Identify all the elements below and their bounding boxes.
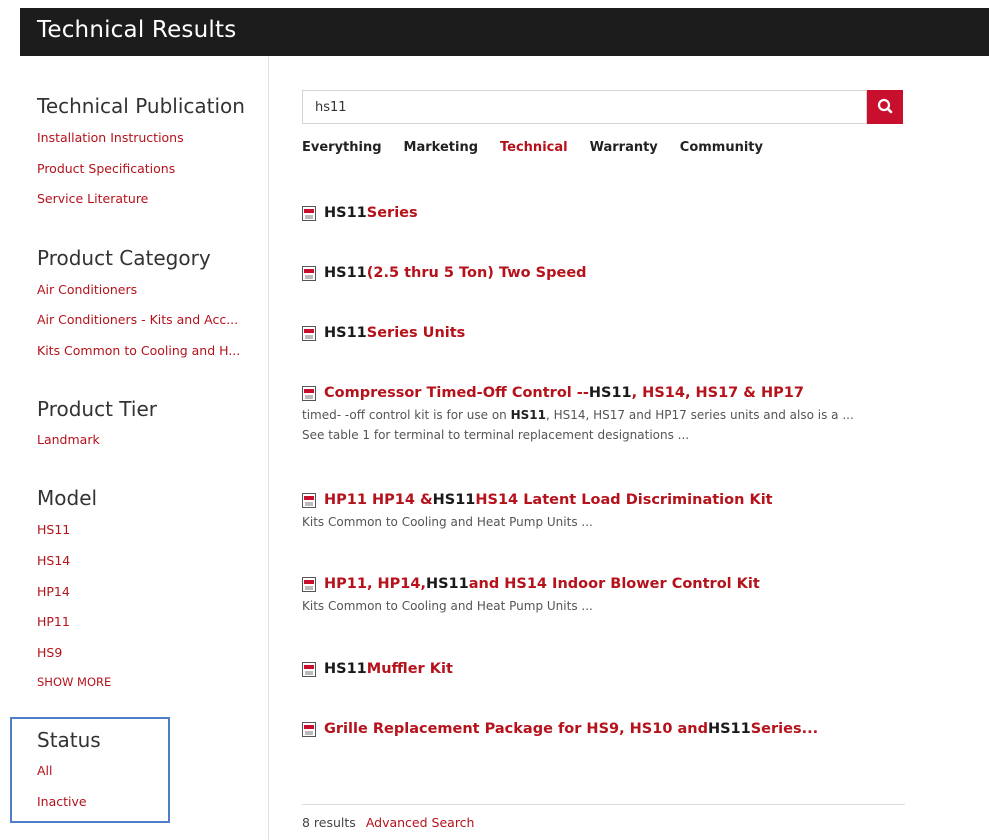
facet-link-air-conditioners-kits[interactable]: Air Conditioners - Kits and Acc... xyxy=(37,312,238,327)
search-input[interactable] xyxy=(302,90,867,124)
search-result: Grille Replacement Package for HS9, HS10… xyxy=(302,721,818,737)
tab-marketing[interactable]: Marketing xyxy=(404,140,478,158)
tab-everything[interactable]: Everything xyxy=(302,140,382,158)
result-title-link[interactable]: Grille Replacement Package for HS9, HS10… xyxy=(302,721,818,737)
search-result: HS11 Series xyxy=(302,205,418,221)
facet-link-installation-instructions[interactable]: Installation Instructions xyxy=(37,130,184,145)
search-button[interactable] xyxy=(867,90,903,124)
search-result: Compressor Timed-Off Control -- HS11, HS… xyxy=(302,385,862,445)
pdf-icon xyxy=(302,721,316,737)
result-type-tabs: Everything Marketing Technical Warranty … xyxy=(302,140,763,158)
pdf-icon xyxy=(302,325,316,341)
search-result: HP11 HP14 & HS11 HS14 Latent Load Discri… xyxy=(302,492,862,532)
tab-warranty[interactable]: Warranty xyxy=(590,140,658,158)
facet-link-model-hs9[interactable]: HS9 xyxy=(37,645,62,660)
result-title-link[interactable]: HS11 Series xyxy=(302,205,418,221)
results-footer: 8 results Advanced Search xyxy=(302,815,474,830)
footer-divider xyxy=(302,804,905,805)
facet-title-product-tier: Product Tier xyxy=(37,397,157,421)
facet-link-model-hp14[interactable]: HP14 xyxy=(37,584,70,599)
facet-link-air-conditioners[interactable]: Air Conditioners xyxy=(37,282,137,297)
result-count: 8 results xyxy=(302,815,356,830)
facet-link-model-hs11[interactable]: HS11 xyxy=(37,522,70,537)
tab-community[interactable]: Community xyxy=(680,140,763,158)
result-title-link[interactable]: HP11 HP14 & HS11 HS14 Latent Load Discri… xyxy=(302,492,862,508)
search-icon xyxy=(877,98,893,114)
result-title-link[interactable]: Compressor Timed-Off Control -- HS11, HS… xyxy=(302,385,862,401)
search-result: HP11, HP14, HS11 and HS14 Indoor Blower … xyxy=(302,576,862,616)
facet-title-model: Model xyxy=(37,486,98,510)
facet-title-technical-publication: Technical Publication xyxy=(37,94,245,118)
show-more-link[interactable]: SHOW MORE xyxy=(37,675,111,689)
facet-link-model-hs14[interactable]: HS14 xyxy=(37,553,70,568)
result-snippet: Kits Common to Cooling and Heat Pump Uni… xyxy=(302,515,593,529)
facet-link-status-all[interactable]: All xyxy=(37,763,53,778)
page-header: Technical Results xyxy=(20,8,989,56)
result-snippet: Kits Common to Cooling and Heat Pump Uni… xyxy=(302,599,593,613)
facet-link-landmark[interactable]: Landmark xyxy=(37,432,100,447)
facet-title-product-category: Product Category xyxy=(37,246,211,270)
result-title-link[interactable]: HP11, HP14, HS11 and HS14 Indoor Blower … xyxy=(302,576,862,592)
tab-technical[interactable]: Technical xyxy=(500,140,568,158)
pdf-icon xyxy=(302,385,316,401)
pdf-icon xyxy=(302,492,316,508)
facet-title-status: Status xyxy=(37,728,101,752)
search-result: HS11 (2.5 thru 5 Ton) Two Speed xyxy=(302,265,587,281)
facet-link-status-inactive[interactable]: Inactive xyxy=(37,794,87,809)
facet-link-service-literature[interactable]: Service Literature xyxy=(37,191,148,206)
result-snippet: timed- -off control kit is for use on HS… xyxy=(302,408,854,442)
result-title-link[interactable]: HS11 Muffler Kit xyxy=(302,661,453,677)
facet-link-kits-common[interactable]: Kits Common to Cooling and H... xyxy=(37,343,240,358)
search-result: HS11 Series Units xyxy=(302,325,465,341)
result-title-link[interactable]: HS11 (2.5 thru 5 Ton) Two Speed xyxy=(302,265,587,281)
page-title: Technical Results xyxy=(37,17,237,43)
pdf-icon xyxy=(302,576,316,592)
search-result: HS11 Muffler Kit xyxy=(302,661,453,677)
advanced-search-link[interactable]: Advanced Search xyxy=(366,815,475,830)
pdf-icon xyxy=(302,205,316,221)
facet-link-model-hp11[interactable]: HP11 xyxy=(37,614,70,629)
pdf-icon xyxy=(302,661,316,677)
pdf-icon xyxy=(302,265,316,281)
result-title-link[interactable]: HS11 Series Units xyxy=(302,325,465,341)
facet-link-product-specifications[interactable]: Product Specifications xyxy=(37,161,175,176)
